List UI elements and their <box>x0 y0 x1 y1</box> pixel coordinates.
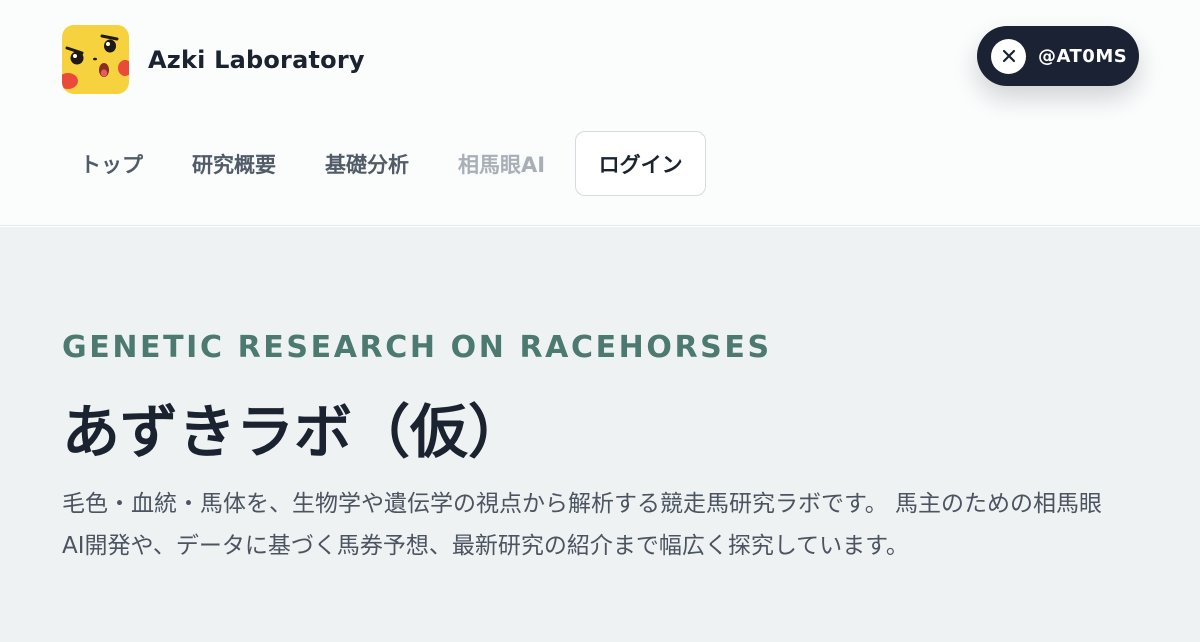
hero-description: 毛色・血統・馬体を、生物学や遺伝学の視点から解析する競走馬研究ラボです。 馬主の… <box>62 491 1103 559</box>
nav-item-top[interactable]: トップ <box>80 149 143 179</box>
hero-section: GENETIC RESEARCH ON RACEHORSES あずきラボ（仮） … <box>0 227 1200 642</box>
nav-item-soumagan-ai[interactable]: 相馬眼AI <box>458 149 545 179</box>
hero-title: あずきラボ（仮） <box>62 398 527 466</box>
hero-eyebrow: GENETIC RESEARCH ON RACEHORSES <box>62 330 772 365</box>
main-nav: トップ 研究概要 基礎分析 相馬眼AI ログイン <box>62 131 707 196</box>
site-header: Azki Laboratory @AT0MS トップ 研究概要 基礎分析 相馬眼… <box>0 0 1200 226</box>
login-button[interactable]: ログイン <box>575 131 707 196</box>
brand-name: Azki Laboratory <box>148 45 365 74</box>
nav-item-basic-analysis[interactable]: 基礎分析 <box>325 149 409 179</box>
pikachu-face-icon <box>62 25 129 94</box>
x-profile-button[interactable]: @AT0MS <box>977 26 1139 86</box>
x-handle: @AT0MS <box>1038 45 1128 67</box>
nav-item-research-overview[interactable]: 研究概要 <box>192 149 276 179</box>
x-logo-icon <box>991 38 1026 74</box>
brand[interactable]: Azki Laboratory <box>62 25 365 94</box>
